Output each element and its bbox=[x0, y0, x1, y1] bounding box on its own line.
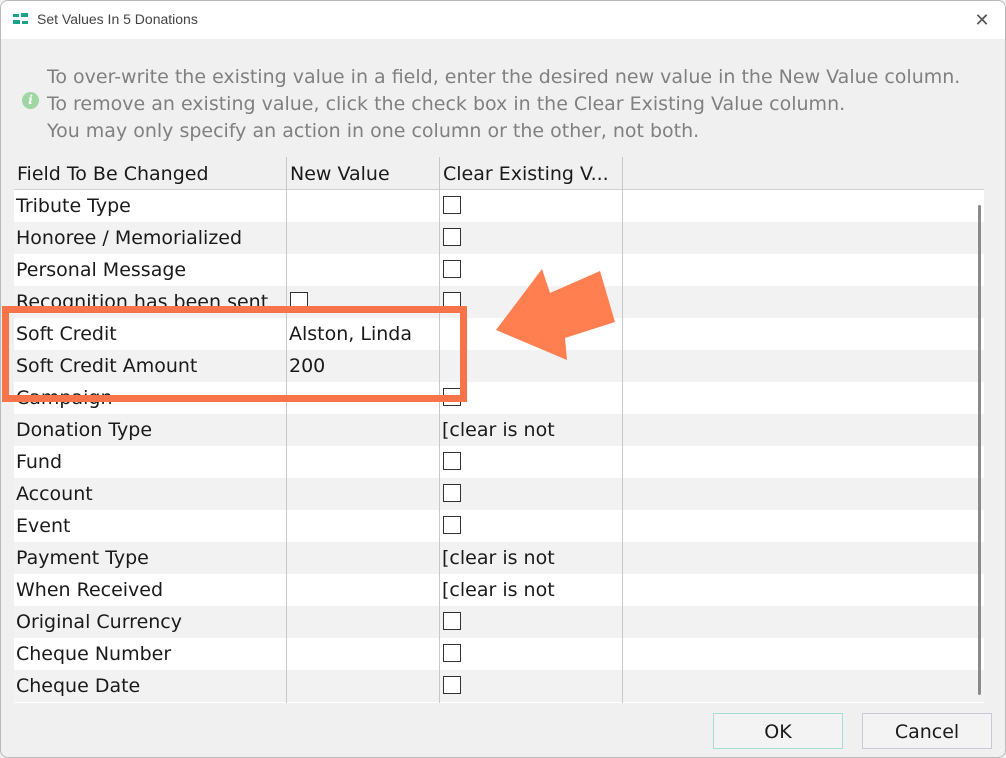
clear-existing-cell: [clear is not bbox=[442, 579, 555, 601]
new-value-cell[interactable] bbox=[286, 478, 439, 510]
app-logo-icon bbox=[13, 13, 28, 24]
clear-existing-checkbox[interactable] bbox=[443, 484, 461, 502]
clear-existing-checkbox[interactable] bbox=[443, 292, 461, 310]
table-row: Tribute Type bbox=[14, 190, 984, 222]
clear-existing-cell[interactable] bbox=[439, 606, 622, 638]
clear-existing-checkbox[interactable] bbox=[443, 260, 461, 278]
clear-existing-cell[interactable] bbox=[439, 286, 622, 318]
field-name-cell: Original Currency bbox=[16, 611, 182, 633]
new-value-cell[interactable] bbox=[286, 382, 439, 414]
clear-existing-checkbox[interactable] bbox=[443, 196, 461, 214]
column-header-new-value[interactable]: New Value bbox=[287, 157, 440, 189]
new-value-cell[interactable] bbox=[286, 222, 439, 254]
field-name-cell: Payment Type bbox=[16, 547, 149, 569]
column-divider bbox=[439, 157, 440, 703]
field-name-cell: Soft Credit bbox=[16, 323, 117, 345]
clear-existing-cell: [clear is not bbox=[442, 419, 555, 441]
new-value-cell[interactable] bbox=[286, 638, 439, 670]
field-name-cell: Campaign bbox=[16, 387, 113, 409]
new-value-cell[interactable] bbox=[286, 510, 439, 542]
table-row: Donation Type [clear is not bbox=[14, 414, 984, 446]
field-name-cell: Tribute Type bbox=[16, 195, 131, 217]
title-bar: Set Values In 5 Donations ✕ bbox=[1, 1, 1005, 39]
field-name-cell: Fund bbox=[16, 451, 63, 473]
new-value-cell[interactable] bbox=[286, 606, 439, 638]
clear-existing-cell bbox=[439, 350, 622, 382]
clear-existing-checkbox[interactable] bbox=[443, 388, 461, 406]
table-row: When Received [clear is not bbox=[14, 574, 984, 606]
table-row: Honoree / Memorialized bbox=[14, 222, 984, 254]
new-value-cell[interactable] bbox=[286, 286, 439, 318]
table-row: Account bbox=[14, 478, 984, 510]
ok-button[interactable]: OK bbox=[713, 713, 843, 749]
field-name-cell: Soft Credit Amount bbox=[16, 355, 198, 377]
field-name-cell: Recognition has been sent bbox=[16, 291, 269, 313]
clear-existing-cell[interactable] bbox=[439, 670, 622, 702]
clear-existing-cell: [clear is not bbox=[442, 547, 555, 569]
table-row: Soft Credit Amount 200 bbox=[14, 350, 984, 382]
new-value-cell[interactable]: 200 bbox=[286, 350, 439, 382]
instruction-line: You may only specify an action in one co… bbox=[47, 120, 700, 142]
clear-existing-cell[interactable] bbox=[439, 254, 622, 286]
clear-existing-checkbox[interactable] bbox=[443, 644, 461, 662]
table-row: Cheque Number bbox=[14, 638, 984, 670]
table-row: Campaign bbox=[14, 382, 984, 414]
field-name-cell: Honoree / Memorialized bbox=[16, 227, 243, 249]
field-name-cell: When Received bbox=[16, 579, 164, 601]
table-row: Fund bbox=[14, 446, 984, 478]
field-name-cell: Event bbox=[16, 515, 71, 537]
new-value-cell[interactable] bbox=[286, 542, 439, 574]
table-row: Personal Message bbox=[14, 254, 984, 286]
clear-existing-cell bbox=[439, 318, 622, 350]
new-value-cell[interactable] bbox=[286, 190, 439, 222]
clear-existing-cell[interactable] bbox=[439, 382, 622, 414]
new-value-cell[interactable] bbox=[286, 414, 439, 446]
fields-grid: Field To Be Changed New Value Clear Exis… bbox=[14, 157, 984, 703]
table-row: Payment Type [clear is not bbox=[14, 542, 984, 574]
vertical-scrollbar[interactable] bbox=[978, 205, 981, 695]
table-row: Original Currency bbox=[14, 606, 984, 638]
new-value-cell[interactable] bbox=[286, 254, 439, 286]
field-name-cell: Donation Type bbox=[16, 419, 153, 441]
table-row: Recognition has been sent bbox=[14, 286, 984, 318]
new-value-cell[interactable] bbox=[286, 670, 439, 702]
clear-existing-cell[interactable] bbox=[439, 190, 622, 222]
column-header-field[interactable]: Field To Be Changed bbox=[14, 157, 287, 189]
clear-existing-checkbox[interactable] bbox=[443, 228, 461, 246]
info-icon: i bbox=[22, 92, 39, 109]
clear-existing-checkbox[interactable] bbox=[443, 516, 461, 534]
set-values-dialog: Set Values In 5 Donations ✕ i To over-wr… bbox=[0, 0, 1006, 758]
field-name-cell: Account bbox=[16, 483, 93, 505]
table-row: Event bbox=[14, 510, 984, 542]
new-value-checkbox[interactable] bbox=[290, 292, 308, 310]
field-name-cell: Cheque Number bbox=[16, 643, 172, 665]
grid-header: Field To Be Changed New Value Clear Exis… bbox=[14, 157, 984, 190]
table-row: Soft Credit Alston, Linda bbox=[14, 318, 984, 350]
close-icon: ✕ bbox=[974, 9, 990, 31]
table-row: Cheque Date bbox=[14, 670, 984, 702]
clear-existing-checkbox[interactable] bbox=[443, 676, 461, 694]
clear-existing-cell[interactable] bbox=[439, 638, 622, 670]
new-value-cell[interactable] bbox=[286, 446, 439, 478]
window-title: Set Values In 5 Donations bbox=[37, 11, 198, 27]
field-name-cell: Personal Message bbox=[16, 259, 187, 281]
clear-existing-checkbox[interactable] bbox=[443, 452, 461, 470]
clear-existing-checkbox[interactable] bbox=[443, 612, 461, 630]
field-name-cell: Cheque Date bbox=[16, 675, 141, 697]
clear-existing-cell[interactable] bbox=[439, 446, 622, 478]
column-header-clear-existing[interactable]: Clear Existing V... bbox=[440, 157, 623, 189]
clear-existing-cell[interactable] bbox=[439, 222, 622, 254]
new-value-cell[interactable]: Alston, Linda bbox=[286, 318, 439, 350]
instruction-line: To over-write the existing value in a fi… bbox=[47, 66, 961, 88]
clear-existing-cell[interactable] bbox=[439, 478, 622, 510]
column-divider bbox=[622, 157, 623, 703]
clear-existing-cell[interactable] bbox=[439, 510, 622, 542]
close-button[interactable]: ✕ bbox=[959, 1, 1005, 39]
instruction-line: To remove an existing value, click the c… bbox=[47, 93, 846, 115]
new-value-cell[interactable] bbox=[286, 574, 439, 606]
column-divider bbox=[286, 157, 287, 703]
instructions: To over-write the existing value in a fi… bbox=[47, 64, 960, 145]
cancel-button[interactable]: Cancel bbox=[862, 713, 992, 749]
